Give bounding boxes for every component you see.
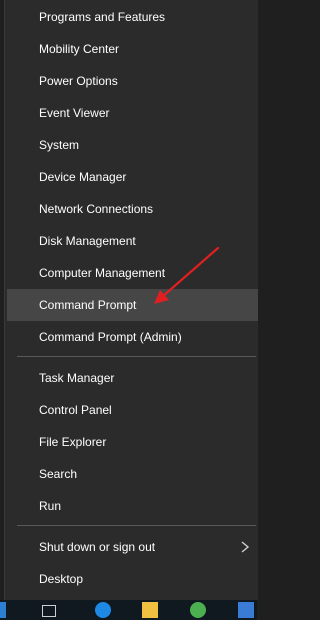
menu-item-shut-down-or-sign-out[interactable]: Shut down or sign out [7, 531, 258, 563]
menu-item-file-explorer[interactable]: File Explorer [7, 426, 258, 458]
menu-item-command-prompt[interactable]: Command Prompt [7, 289, 258, 321]
menu-item-device-manager[interactable]: Device Manager [7, 161, 258, 193]
menu-item-power-options[interactable]: Power Options [7, 65, 258, 97]
chevron-right-icon [241, 541, 250, 553]
menu-separator [17, 356, 256, 357]
winx-context-menu: Programs and Features Mobility Center Po… [4, 0, 258, 600]
menu-item-disk-management[interactable]: Disk Management [7, 225, 258, 257]
start-button-icon[interactable] [0, 602, 6, 618]
taskbar [0, 600, 257, 620]
chrome-icon[interactable] [190, 602, 206, 618]
menu-item-run[interactable]: Run [7, 490, 258, 522]
menu-separator [17, 525, 256, 526]
menu-item-network-connections[interactable]: Network Connections [7, 193, 258, 225]
app-icon[interactable] [238, 602, 254, 618]
menu-item-desktop[interactable]: Desktop [7, 563, 258, 595]
file-explorer-icon[interactable] [142, 602, 158, 618]
menu-item-control-panel[interactable]: Control Panel [7, 394, 258, 426]
menu-item-computer-management[interactable]: Computer Management [7, 257, 258, 289]
menu-item-programs-and-features[interactable]: Programs and Features [7, 1, 258, 33]
menu-item-event-viewer[interactable]: Event Viewer [7, 97, 258, 129]
menu-item-label: Shut down or sign out [39, 540, 156, 554]
edge-browser-icon[interactable] [95, 602, 111, 618]
menu-item-mobility-center[interactable]: Mobility Center [7, 33, 258, 65]
menu-item-search[interactable]: Search [7, 458, 258, 490]
menu-item-command-prompt-admin[interactable]: Command Prompt (Admin) [7, 321, 258, 353]
menu-item-system[interactable]: System [7, 129, 258, 161]
task-view-icon[interactable] [42, 605, 56, 617]
menu-item-task-manager[interactable]: Task Manager [7, 362, 258, 394]
